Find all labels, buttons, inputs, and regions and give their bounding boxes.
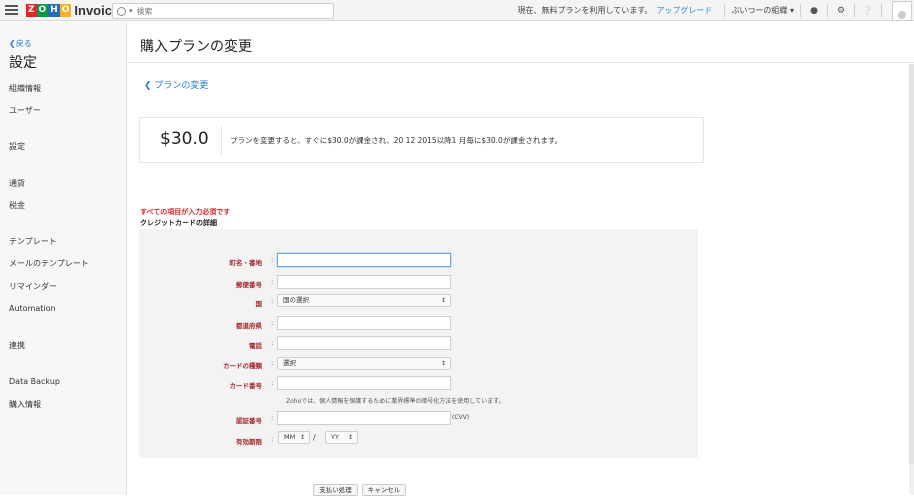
avatar[interactable]	[892, 0, 912, 21]
state-field[interactable]	[277, 316, 451, 330]
logo-letter: O	[36, 4, 49, 17]
state-label: 都道府県	[236, 322, 262, 330]
logo-letter: O	[59, 4, 72, 17]
cvv-label: 認証番号	[236, 417, 262, 425]
plan-status-text: 現在、無料プランを利用しています。	[517, 6, 653, 15]
logo-letter: Z	[26, 4, 37, 17]
gear-icon[interactable]: ⚙	[834, 6, 848, 16]
sidebar-item-data-backup[interactable]: Data Backup	[9, 377, 60, 386]
colon: :	[271, 339, 274, 347]
divider	[128, 62, 914, 63]
select-arrow-icon: ↕	[299, 434, 305, 441]
street-field[interactable]	[277, 253, 451, 267]
cancel-button[interactable]: キャンセル	[362, 484, 406, 496]
select-arrow-icon: ↕	[440, 297, 446, 304]
back-link[interactable]: ❮戻る	[9, 38, 32, 49]
zip-field[interactable]	[277, 275, 451, 289]
card-type-label: カードの種類	[223, 362, 262, 370]
bell-icon[interactable]: ●	[807, 6, 821, 16]
cvv-suffix: (CVV)	[452, 414, 470, 421]
country-select[interactable]: 国の選択 ↕	[277, 294, 451, 307]
sidebar-item-reminders[interactable]: リマインダー	[9, 281, 57, 292]
year-select[interactable]: YY ↕	[325, 431, 358, 444]
plan-summary: $30.0 プランを変更すると、すぐに$30.0が課金され、20 12 2015…	[139, 117, 704, 163]
page-title: 購入プランの変更	[140, 39, 252, 55]
billing-note: プランを変更すると、すぐに$30.0が課金され、20 12 2015以降1 月毎…	[230, 136, 563, 145]
year-value: YY	[331, 433, 339, 441]
settings-sidebar: ❮戻る 設定 組織情報 ユーザー 設定 通貨 税金 テンプレート メールのテンプ…	[0, 22, 127, 495]
card-type-value: 選択	[283, 359, 296, 367]
colon: :	[271, 319, 274, 327]
card-type-select[interactable]: 選択 ↕	[277, 357, 451, 370]
sidebar-item-integrations[interactable]: 連携	[9, 340, 25, 351]
sidebar-item-email-templates[interactable]: メールのテンプレート	[9, 258, 89, 269]
search-box[interactable]: ▾	[112, 3, 334, 19]
card-number-field[interactable]	[277, 376, 451, 390]
street-label: 町名・番地	[229, 259, 263, 267]
search-icon	[117, 6, 126, 16]
month-select[interactable]: MM ↕	[278, 431, 310, 444]
logo-letter: H	[48, 4, 60, 17]
zip-label: 郵便番号	[236, 281, 262, 289]
select-arrow-icon: ↕	[440, 360, 446, 367]
sidebar-item-automation[interactable]: Automation	[9, 304, 56, 313]
menu-icon[interactable]	[5, 3, 18, 17]
cvv-field[interactable]	[277, 411, 451, 425]
phone-field[interactable]	[277, 336, 451, 350]
colon: :	[271, 278, 274, 286]
sidebar-item-currencies[interactable]: 通貨	[9, 178, 25, 189]
sidebar-item-purchase-info[interactable]: 購入情報	[9, 399, 41, 410]
sidebar-item-taxes[interactable]: 税金	[9, 200, 25, 211]
divider	[827, 4, 828, 17]
divider	[800, 4, 801, 17]
sidebar-title: 設定	[9, 55, 37, 71]
divider	[221, 126, 222, 156]
help-icon[interactable]: ❔	[861, 6, 875, 16]
sidebar-item-templates[interactable]: テンプレート	[9, 236, 57, 247]
divider	[881, 4, 882, 17]
chevron-down-icon[interactable]: ▾	[129, 7, 133, 15]
scrollbar-thumb[interactable]	[909, 64, 914, 464]
top-bar: Z O H O Invoice ▾ 現在、無料プランを利用しています。 アップグ…	[0, 0, 914, 21]
divider	[724, 4, 726, 17]
required-note: すべての項目が入力必須です	[140, 208, 231, 216]
phone-label: 電話	[249, 342, 262, 350]
month-value: MM	[284, 433, 296, 441]
plan-price: $30.0	[160, 129, 209, 149]
sidebar-item-users[interactable]: ユーザー	[9, 105, 41, 116]
date-separator: /	[313, 433, 316, 442]
card-number-label: カード番号	[229, 382, 263, 390]
upgrade-link[interactable]: アップグレード	[656, 5, 712, 16]
select-arrow-icon: ↕	[347, 434, 353, 441]
org-switcher[interactable]: ぶいつーの組織 ▾	[731, 5, 794, 16]
sidebar-item-preferences[interactable]: 設定	[9, 141, 25, 152]
zoho-logo[interactable]: Z O H O Invoice	[26, 3, 119, 18]
country-label: 国	[255, 300, 263, 308]
section-title: クレジットカードの詳細	[140, 219, 217, 227]
expiry-label: 有効期限	[236, 438, 262, 446]
colon: :	[271, 379, 274, 387]
search-input[interactable]	[136, 6, 317, 16]
breadcrumb[interactable]: ❮ プランの変更	[144, 78, 208, 91]
pay-button[interactable]: 支払い処理	[313, 484, 358, 496]
country-value: 国の選択	[283, 296, 309, 304]
colon: :	[271, 297, 274, 305]
sidebar-item-organization[interactable]: 組織情報	[9, 83, 41, 94]
colon: :	[271, 414, 274, 422]
colon: :	[271, 435, 274, 443]
divider	[854, 4, 855, 17]
security-note: Zohoでは、個人情報を保護するために業界標準の暗号化方法を使用しています。	[286, 398, 505, 405]
colon: :	[271, 256, 274, 264]
colon: :	[271, 359, 274, 367]
